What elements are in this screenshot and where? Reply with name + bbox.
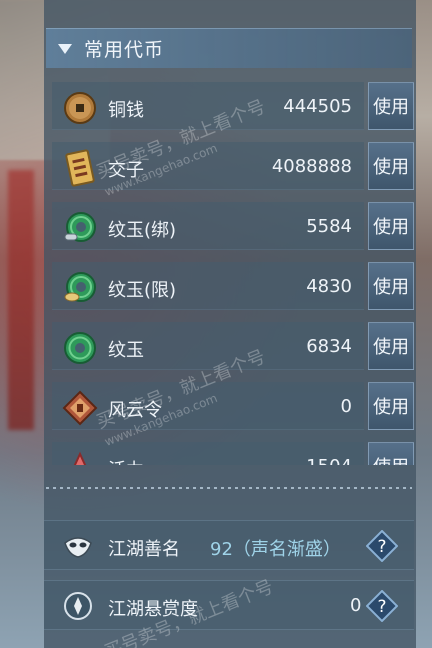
help-question-icon[interactable]: ? (366, 590, 398, 622)
item-name: 活力 (108, 456, 144, 465)
item-name: 纹玉 (108, 340, 144, 361)
item-name: 铜钱 (108, 100, 144, 121)
reputation-label: 江湖悬赏度 (108, 599, 198, 620)
item-name: 风云令 (108, 400, 162, 421)
currency-row: 铜钱 444505 使用 (52, 80, 414, 136)
reputation-label: 江湖善名 (108, 539, 180, 560)
currency-list[interactable]: 铜钱 444505 使用 交子 4088888 使用 纹玉(绑) 5584 使用… (52, 80, 414, 465)
jade-limited-icon (60, 268, 100, 308)
use-button[interactable]: 使用 (368, 82, 414, 130)
item-name: 纹玉(限) (108, 280, 177, 301)
currency-row: 纹玉(限) 4830 使用 (52, 260, 414, 316)
use-button[interactable]: 使用 (368, 442, 414, 465)
currency-row: 交子 4088888 使用 (52, 140, 414, 196)
currency-row: 活力 1504 使用 (52, 440, 414, 465)
item-name: 交子 (108, 160, 144, 181)
item-count: 4088888 (271, 156, 352, 177)
reputation-row-goodname: 江湖善名 92（声名渐盛） ? (44, 520, 414, 570)
item-count: 0 (340, 396, 352, 417)
currency-row: 纹玉 6834 使用 (52, 320, 414, 376)
svg-text:?: ? (377, 597, 386, 617)
section-header-common-currency[interactable]: 常用代币 (46, 28, 412, 68)
reputation-value: 0 (350, 595, 362, 616)
use-button[interactable]: 使用 (368, 262, 414, 310)
mask-icon (62, 530, 94, 562)
collapse-triangle-icon[interactable] (58, 43, 72, 54)
use-button[interactable]: 使用 (368, 382, 414, 430)
reputation-row-bounty: 江湖悬赏度 0 ? (44, 580, 414, 630)
item-count: 6834 (306, 336, 352, 357)
background-pillar (8, 170, 34, 430)
item-count: 444505 (283, 96, 352, 117)
item-count: 4830 (306, 276, 352, 297)
currency-row: 纹玉(绑) 5584 使用 (52, 200, 414, 256)
item-count: 1504 (306, 456, 352, 465)
jade-bound-icon (60, 208, 100, 248)
bounty-icon (62, 590, 94, 622)
svg-text:?: ? (377, 537, 386, 557)
vitality-icon (60, 448, 100, 465)
use-button[interactable]: 使用 (368, 202, 414, 250)
dotted-divider (46, 487, 412, 489)
help-question-icon[interactable]: ? (366, 530, 398, 562)
jade-icon (60, 328, 100, 368)
section-title: 常用代币 (84, 39, 165, 61)
reputation-value: 92（声名渐盛） (210, 539, 341, 560)
jiaozi-note-icon (60, 148, 100, 188)
use-button[interactable]: 使用 (368, 322, 414, 370)
copper-coin-icon (60, 88, 100, 128)
fengyun-token-icon (60, 388, 100, 428)
use-button[interactable]: 使用 (368, 142, 414, 190)
item-name: 纹玉(绑) (108, 220, 177, 241)
item-count: 5584 (306, 216, 352, 237)
currency-row: 风云令 0 使用 (52, 380, 414, 436)
